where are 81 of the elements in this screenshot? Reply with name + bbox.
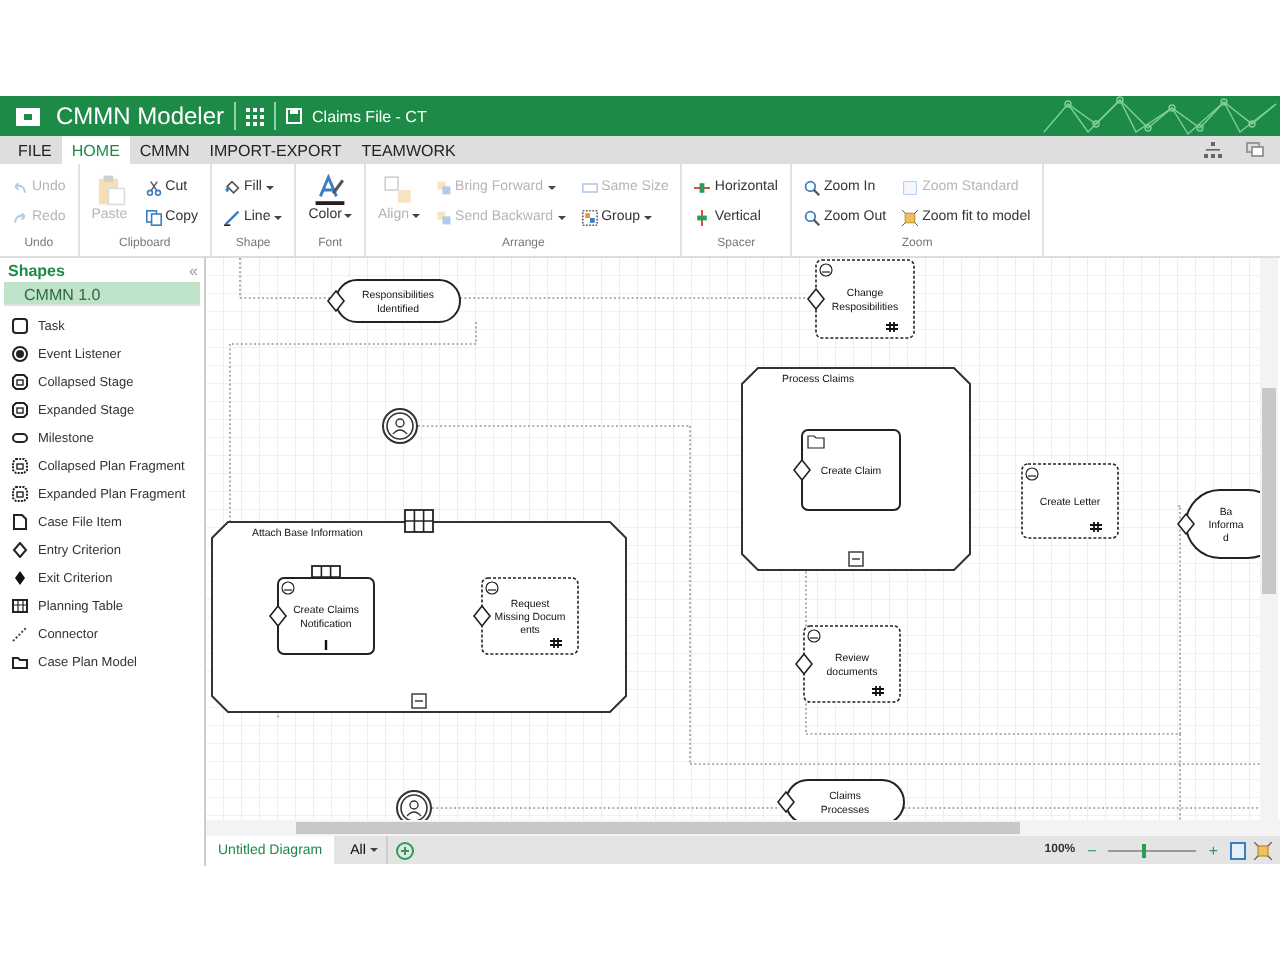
redo-icon — [12, 209, 28, 225]
task-shape[interactable] — [481, 577, 579, 655]
caret-icon — [547, 185, 555, 189]
menu-tab[interactable]: CMMN — [129, 136, 200, 164]
connector-line[interactable] — [1179, 733, 1181, 820]
entry-criterion-icon[interactable] — [268, 604, 288, 628]
connector-line[interactable] — [805, 733, 1181, 735]
event-listener-icon[interactable] — [382, 408, 418, 444]
pen-icon — [223, 209, 240, 225]
caret-icon — [369, 848, 378, 852]
entry-criterion-icon[interactable] — [794, 652, 814, 676]
menu-tab[interactable]: FILE — [8, 136, 62, 164]
task-shape[interactable] — [1021, 463, 1119, 539]
zoom-in-icon — [803, 179, 820, 195]
menu-tab[interactable]: HOME — [61, 136, 130, 164]
caret-icon — [411, 213, 420, 217]
clipboard-icon — [94, 174, 127, 206]
entry-criterion-icon[interactable] — [472, 604, 492, 628]
page-icon — [902, 179, 919, 195]
entry-criterion-icon[interactable] — [806, 287, 826, 311]
entry-criterion-icon[interactable] — [1176, 512, 1196, 536]
connector-line[interactable] — [239, 258, 241, 299]
page-icon[interactable] — [1230, 841, 1246, 859]
connector-line[interactable] — [689, 425, 691, 765]
rounded-rectangle-icon — [12, 318, 28, 334]
connector-line[interactable] — [229, 343, 477, 345]
palette-section[interactable]: CMMN 1.0 — [4, 282, 200, 306]
app-title: CMMN Modeler — [56, 102, 225, 130]
task-shape[interactable] — [277, 577, 375, 655]
task-shape[interactable] — [815, 259, 915, 339]
logo-icon — [16, 107, 40, 125]
panel-title: Shapes — [8, 261, 67, 279]
save-icon[interactable] — [286, 108, 303, 124]
entry-criterion-icon[interactable] — [776, 790, 796, 814]
document-title: Claims File - CT — [312, 107, 427, 125]
expanded-stage-icon — [12, 402, 28, 418]
slider-thumb[interactable] — [1142, 843, 1147, 857]
collapsed-fragment-icon — [12, 458, 28, 474]
caret-icon — [265, 185, 274, 189]
caret-icon — [557, 215, 566, 219]
table-icon — [12, 598, 28, 614]
entry-criterion-icon[interactable] — [792, 458, 812, 482]
scissors-icon — [145, 179, 162, 195]
caret-icon — [644, 215, 653, 219]
vertical-scrollbar[interactable] — [1260, 258, 1278, 820]
folder-icon — [12, 654, 28, 670]
fit-icon — [902, 209, 919, 225]
resize-icon — [581, 179, 598, 195]
fit-icon[interactable] — [1254, 841, 1272, 859]
group-icon — [581, 209, 598, 225]
add-icon[interactable] — [395, 841, 414, 859]
comment-icon[interactable] — [1246, 142, 1264, 158]
task-shape[interactable] — [803, 625, 901, 703]
align-icon — [382, 174, 415, 206]
pill-icon — [12, 430, 28, 446]
connector-line[interactable] — [475, 321, 477, 345]
diamond-icon — [12, 542, 28, 558]
task-shape[interactable] — [801, 429, 901, 511]
horizontal-spacer-icon — [694, 179, 711, 195]
menu-tab[interactable]: IMPORT-EXPORT — [199, 136, 352, 164]
copy-icon — [145, 209, 162, 225]
zoom-out-icon — [803, 209, 820, 225]
entry-criterion-icon[interactable] — [326, 289, 346, 313]
expanded-fragment-icon — [12, 486, 28, 502]
caret-icon — [343, 213, 352, 217]
document-icon — [12, 514, 28, 530]
hierarchy-icon[interactable] — [1204, 142, 1222, 158]
horizontal-scrollbar[interactable] — [206, 820, 1280, 836]
diagram-canvas[interactable] — [206, 258, 1260, 820]
milestone-shape[interactable] — [1185, 489, 1260, 559]
apps-grid-icon[interactable] — [246, 107, 265, 125]
undo-icon — [12, 179, 28, 195]
caret-icon — [274, 215, 283, 219]
vertical-spacer-icon — [694, 209, 711, 225]
ring-icon — [12, 346, 28, 362]
collapsed-stage-icon — [12, 374, 28, 390]
filled-diamond-icon — [12, 570, 28, 586]
dotted-line-icon — [12, 626, 28, 642]
text-color-icon — [314, 174, 347, 206]
menu-tab[interactable]: TEAMWORK — [351, 136, 466, 164]
paint-bucket-icon — [223, 179, 240, 195]
